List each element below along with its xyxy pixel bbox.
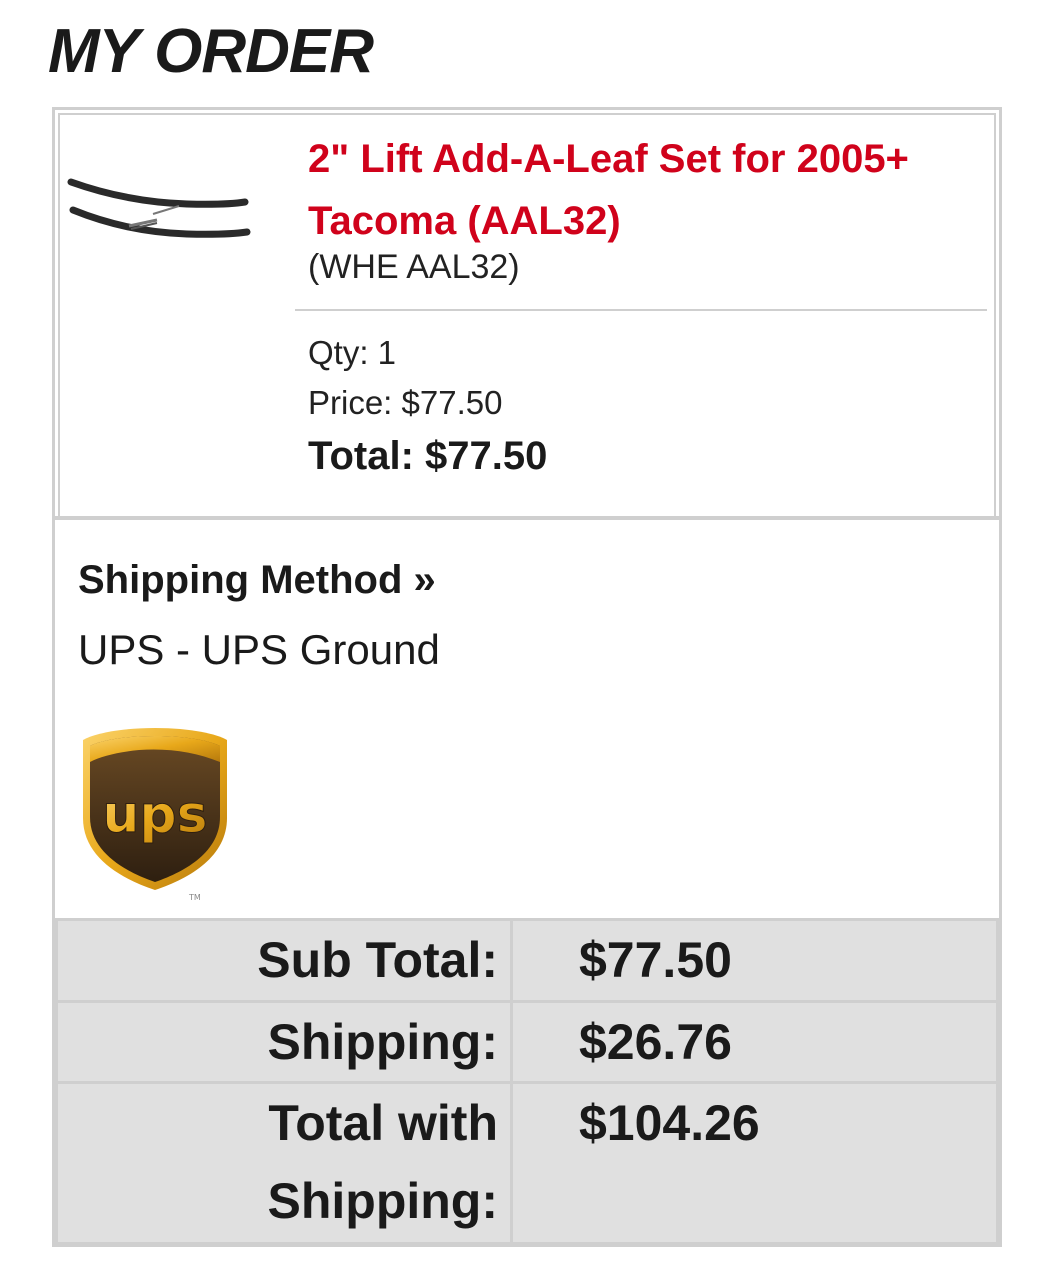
ups-logo-icon: ups TM	[83, 728, 227, 902]
product-total: Total: $77.50	[308, 434, 548, 478]
product-divider	[295, 309, 987, 311]
product-image[interactable]	[67, 162, 255, 282]
product-quantity: Qty: 1	[308, 334, 397, 371]
grand-total-label: Total with Shipping:	[55, 1081, 513, 1245]
grand-total-label-line2: Shipping:	[267, 1173, 499, 1229]
grand-total-label-line1: Total with	[268, 1095, 498, 1151]
svg-text:TM: TM	[188, 893, 201, 902]
svg-text:ups: ups	[102, 785, 207, 845]
shipping-method-value: UPS - UPS Ground	[78, 626, 440, 673]
sub-total-label: Sub Total:	[55, 918, 513, 1003]
sub-total-value: $77.50	[510, 918, 999, 1003]
sub-total-row: Sub Total: $77.50	[55, 918, 999, 1003]
product-title-link[interactable]: 2" Lift Add-A-Leaf Set for 2005+ Tacoma …	[308, 128, 988, 252]
shipping-row: Shipping: $26.76	[55, 1000, 999, 1084]
shipping-label: Shipping:	[55, 1000, 513, 1084]
product-section: 2" Lift Add-A-Leaf Set for 2005+ Tacoma …	[55, 110, 999, 520]
product-sku: (WHE AAL32)	[308, 248, 520, 286]
shipping-value: $26.76	[510, 1000, 999, 1084]
shipping-method-link[interactable]: Shipping Method »	[78, 558, 436, 603]
shipping-section: Shipping Method » UPS - UPS Ground ups T…	[55, 520, 999, 918]
grand-total-row: Total with Shipping: $104.26	[55, 1081, 999, 1245]
order-totals-table: Sub Total: $77.50 Shipping: $26.76 Total…	[55, 918, 999, 1245]
product-price: Price: $77.50	[308, 384, 503, 421]
grand-total-value: $104.26	[510, 1081, 999, 1245]
order-summary-box: 2" Lift Add-A-Leaf Set for 2005+ Tacoma …	[52, 107, 1002, 1247]
page-title: MY ORDER	[48, 17, 374, 86]
